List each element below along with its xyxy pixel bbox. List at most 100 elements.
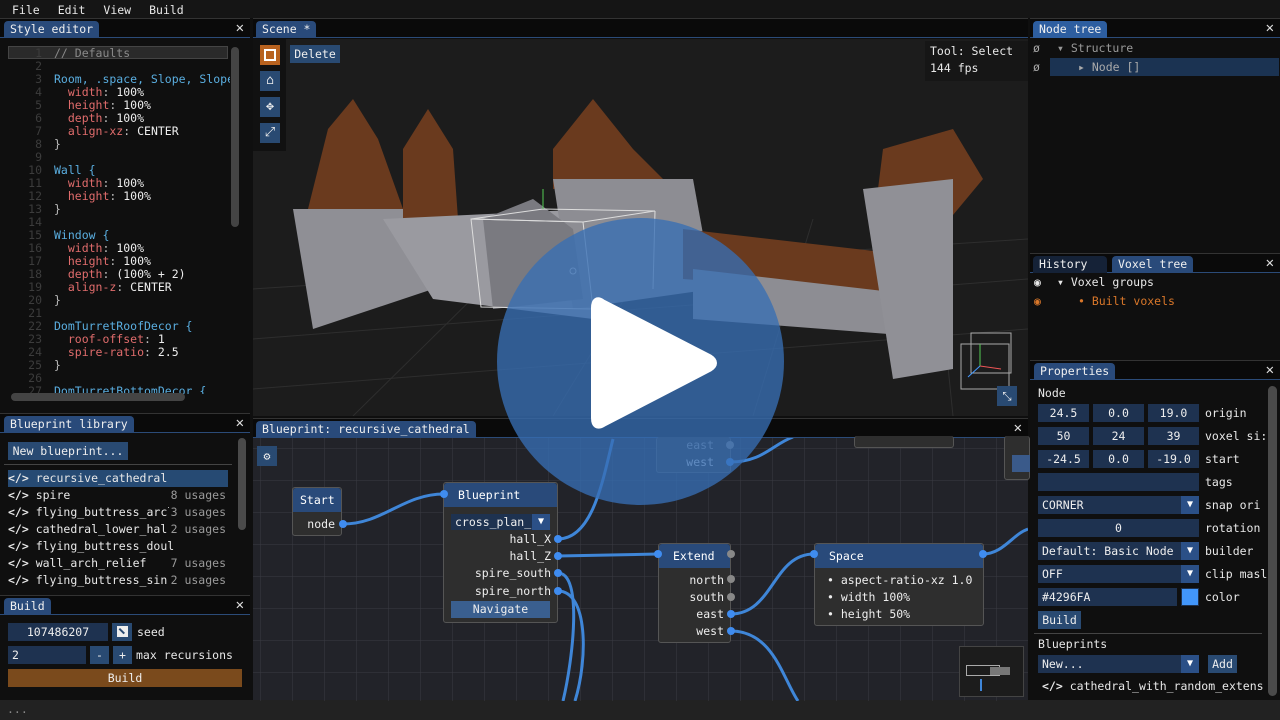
code-token: 22 <box>28 320 42 333</box>
code-token: 12 <box>28 190 42 203</box>
color-input[interactable]: #4296FA <box>1038 588 1177 606</box>
frame-select-tool-button[interactable] <box>260 45 280 65</box>
vertical-scrollbar[interactable] <box>238 438 246 530</box>
eye-slash-icon[interactable]: ø <box>1033 39 1040 58</box>
builder-select[interactable]: Default: Basic Node ▼ <box>1038 542 1199 560</box>
code-token: 18 <box>28 268 42 281</box>
eye-icon[interactable]: ◉ <box>1034 292 1041 311</box>
tree-item-voxel-groups[interactable]: ▾ Voxel groups <box>1057 273 1154 292</box>
decrement-button[interactable]: - <box>90 646 109 664</box>
snap-origin-label: snap ori <box>1205 498 1261 512</box>
play-overlay-button[interactable] <box>497 218 784 505</box>
voxel-size-y[interactable]: 24 <box>1093 427 1144 445</box>
close-icon[interactable]: ✕ <box>236 415 244 431</box>
voxel-size-z[interactable]: 39 <box>1148 427 1199 445</box>
blueprint-list-item[interactable]: </> spire 8 usages <box>8 487 228 504</box>
menu-file[interactable]: File <box>0 0 46 18</box>
blueprint-list-item[interactable]: </> flying_buttress_sin 2 usages <box>8 572 228 589</box>
tab-build[interactable]: Build <box>4 598 51 615</box>
origin-y[interactable]: 0.0 <box>1093 404 1144 422</box>
blueprint-list-item[interactable]: </> flying_buttress_arcl 3 usages <box>8 504 228 521</box>
code-line: 9 <box>12 151 230 164</box>
code-token: roof-offset <box>54 333 145 346</box>
code-token: 21 <box>28 307 42 320</box>
code-editor[interactable]: 1 // Defaults 2 3 Room, .space, Slope, Slope… <box>8 44 230 394</box>
code-line: 21 <box>12 307 230 320</box>
play-icon <box>591 297 717 429</box>
delete-button[interactable]: Delete <box>290 45 340 63</box>
start-x[interactable]: -24.5 <box>1038 450 1089 468</box>
code-token: : <box>102 86 117 99</box>
color-swatch[interactable] <box>1181 588 1199 606</box>
snap-origin-select[interactable]: CORNER ▼ <box>1038 496 1199 514</box>
randomize-seed-button[interactable] <box>112 623 132 641</box>
add-blueprint-button[interactable]: Add <box>1208 655 1237 673</box>
tree-item-built-voxels[interactable]: • Built voxels <box>1078 292 1175 311</box>
close-icon[interactable]: ✕ <box>1266 20 1274 36</box>
horizontal-scrollbar[interactable] <box>11 393 185 401</box>
blueprint-item[interactable]: </> cathedral_with_random_extens <box>1042 677 1264 695</box>
style-editor-panel: Style editor ✕ 1 // Defaults 2 3 Room, .spac… <box>0 18 250 412</box>
menu-edit[interactable]: Edit <box>46 0 92 18</box>
code-icon: </> <box>1042 679 1063 693</box>
tab-style-editor[interactable]: Style editor <box>4 21 100 38</box>
status-bar: ... <box>0 700 1280 720</box>
home-tool-button[interactable]: ⌂ <box>260 71 280 91</box>
menu-build[interactable]: Build <box>137 0 190 18</box>
increment-button[interactable]: + <box>113 646 132 664</box>
menu-view[interactable]: View <box>91 0 137 18</box>
clip-mask-select[interactable]: OFF ▼ <box>1038 565 1199 583</box>
divider <box>4 464 232 465</box>
code-line: 1 // Defaults <box>12 47 230 60</box>
new-blueprint-button[interactable]: New blueprint... <box>8 442 128 460</box>
close-icon[interactable]: ✕ <box>1266 362 1274 378</box>
eye-slash-icon[interactable]: ø <box>1033 58 1040 77</box>
blueprint-list-item[interactable]: </> wall_arch_relief 7 usages <box>8 555 228 572</box>
code-token: 9 <box>35 151 42 164</box>
tree-item-node[interactable]: ▸ Node [] <box>1078 58 1140 77</box>
tab-properties[interactable]: Properties <box>1034 363 1116 380</box>
origin-z[interactable]: 19.0 <box>1148 404 1199 422</box>
tab-node-tree[interactable]: Node tree <box>1033 21 1108 38</box>
start-z[interactable]: -19.0 <box>1148 450 1199 468</box>
code-token: 17 <box>28 255 42 268</box>
code-token: CENTER <box>137 125 179 138</box>
origin-x[interactable]: 24.5 <box>1038 404 1089 422</box>
voxel-size-label: voxel si: <box>1205 429 1268 443</box>
blueprints-select[interactable]: New... ▼ <box>1038 655 1199 673</box>
tab-scene[interactable]: Scene * <box>256 21 317 38</box>
build-button[interactable]: Build <box>1038 611 1081 629</box>
scale-tool-button[interactable]: ⤢ <box>260 123 280 143</box>
code-token: 100% <box>123 255 151 268</box>
blueprint-list-item[interactable]: </> recursive_cathedral <box>8 470 228 487</box>
max-recursions-input[interactable]: 2 <box>8 646 86 664</box>
code-token: 10 <box>28 164 42 177</box>
seed-input[interactable]: 107486207 <box>8 623 108 641</box>
close-icon[interactable]: ✕ <box>236 20 244 36</box>
move-tool-button[interactable]: ✥ <box>260 97 280 117</box>
close-icon[interactable]: ✕ <box>236 597 244 613</box>
tags-input[interactable] <box>1038 473 1199 491</box>
rotation-input[interactable]: 0 <box>1038 519 1199 537</box>
close-icon[interactable]: ✕ <box>1266 255 1274 271</box>
voxel-size-x[interactable]: 50 <box>1038 427 1089 445</box>
code-token: 100% <box>116 177 145 190</box>
vertical-scrollbar[interactable] <box>231 47 239 227</box>
start-y[interactable]: 0.0 <box>1093 450 1144 468</box>
blueprints-label: Blueprints <box>1038 637 1108 651</box>
vertical-scrollbar[interactable] <box>1268 386 1277 696</box>
tab-voxel-tree[interactable]: Voxel tree <box>1112 256 1194 273</box>
code-token: align-z <box>54 281 117 294</box>
build-button[interactable]: Build <box>8 669 242 687</box>
blueprint-list-item[interactable]: </> flying_buttress_doul <box>8 538 228 555</box>
tree-item-structure[interactable]: ▾ Structure <box>1057 39 1133 58</box>
graph-minimap[interactable] <box>959 646 1024 697</box>
eye-icon[interactable]: ◉ <box>1034 273 1041 292</box>
blueprint-name: spire <box>35 488 71 502</box>
blueprint-item-label: cathedral_with_random_extens <box>1069 679 1264 693</box>
collapse-view-button[interactable]: ⤡ <box>997 386 1017 406</box>
tab-blueprint-library[interactable]: Blueprint library <box>4 416 134 433</box>
code-token: DomTurretRoofDecor { <box>54 320 193 333</box>
tab-history[interactable]: History <box>1033 256 1107 273</box>
blueprint-list-item[interactable]: </> cathedral_lower_hal 2 usages <box>8 521 228 538</box>
